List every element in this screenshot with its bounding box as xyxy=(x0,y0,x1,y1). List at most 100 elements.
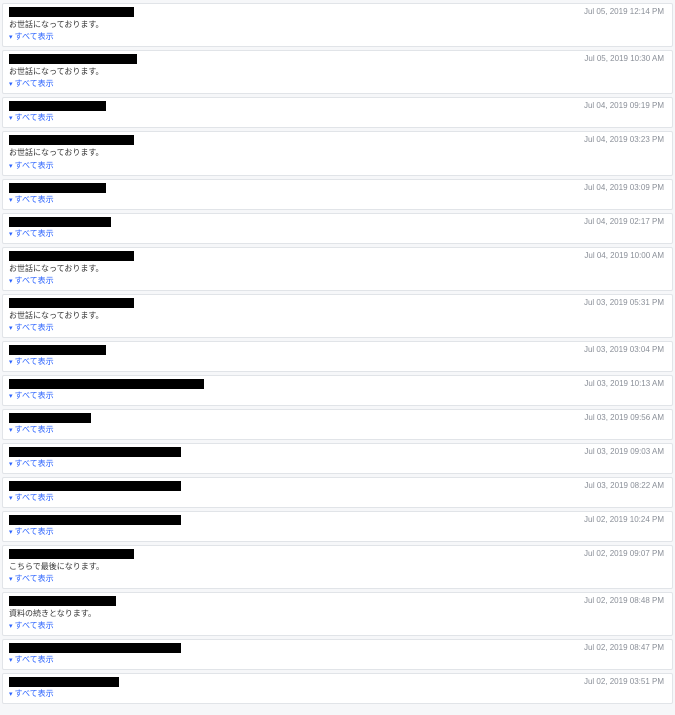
subject-line xyxy=(9,515,666,525)
caret-down-icon: ▾ xyxy=(9,495,13,502)
message-item[interactable]: Jul 05, 2019 10:30 AMお世話になっております。▾すべて表示 xyxy=(2,50,673,94)
timestamp: Jul 02, 2019 03:51 PM xyxy=(584,677,664,686)
message-item[interactable]: Jul 02, 2019 09:07 PM こちらで最後になります。 ▾すべて表示 xyxy=(2,545,673,589)
message-preview: お世話になっております。 xyxy=(9,310,666,321)
message-preview: 資料の続きとなります。 xyxy=(9,608,666,619)
expand-link[interactable]: すべて表示 xyxy=(15,79,54,88)
redacted-subject xyxy=(9,251,134,261)
subject-line xyxy=(9,217,666,227)
message-preview: お世話になっております。 xyxy=(9,263,666,274)
expand-row: ▾すべて表示 xyxy=(9,492,666,503)
caret-down-icon: ▾ xyxy=(9,576,13,583)
message-preview: こちらで最後になります。 xyxy=(9,561,666,572)
expand-link[interactable]: すべて表示 xyxy=(15,527,54,536)
message-item[interactable]: Jul 04, 2019 09:19 PM▾すべて表示 xyxy=(2,97,673,128)
subject-line xyxy=(9,135,666,145)
subject-line xyxy=(9,677,666,687)
message-item[interactable]: Jul 04, 2019 02:17 PM ▾すべて表示 xyxy=(2,213,673,244)
message-item[interactable]: Jul 04, 2019 03:23 PM お世話になっております。 ▾すべて表示 xyxy=(2,131,673,175)
caret-down-icon: ▾ xyxy=(9,461,13,468)
subject-line xyxy=(9,379,666,389)
expand-row: ▾すべて表示 xyxy=(9,78,666,89)
redacted-subject xyxy=(9,379,204,389)
message-item[interactable]: Jul 03, 2019 09:03 AM ▾すべて表示 xyxy=(2,443,673,474)
redacted-subject xyxy=(9,413,91,423)
expand-row: ▾すべて表示 xyxy=(9,275,666,286)
expand-link[interactable]: すべて表示 xyxy=(15,229,54,238)
message-item[interactable]: Jul 04, 2019 03:09 PM ▾すべて表示 xyxy=(2,179,673,210)
expand-link[interactable]: すべて表示 xyxy=(15,161,54,170)
timestamp: Jul 03, 2019 05:31 PM xyxy=(584,298,664,307)
caret-down-icon: ▾ xyxy=(9,34,13,41)
timestamp: Jul 04, 2019 03:09 PM xyxy=(584,183,664,192)
expand-row: ▾すべて表示 xyxy=(9,31,666,42)
expand-row: ▾すべて表示 xyxy=(9,526,666,537)
message-preview: お世話になっております。 xyxy=(9,19,666,30)
expand-link[interactable]: すべて表示 xyxy=(15,32,54,41)
message-item[interactable]: Jul 02, 2019 08:48 PM資料の続きとなります。▾すべて表示 xyxy=(2,592,673,636)
redacted-subject xyxy=(9,101,106,111)
subject-line xyxy=(9,251,666,261)
timestamp: Jul 04, 2019 09:19 PM xyxy=(584,101,664,110)
caret-down-icon: ▾ xyxy=(9,623,13,630)
redacted-subject xyxy=(9,549,134,559)
subject-line xyxy=(9,7,666,17)
message-item[interactable]: Jul 02, 2019 10:24 PM▾すべて表示 xyxy=(2,511,673,542)
expand-link[interactable]: すべて表示 xyxy=(15,195,54,204)
subject-line xyxy=(9,183,666,193)
timestamp: Jul 03, 2019 09:03 AM xyxy=(584,447,664,456)
subject-line xyxy=(9,643,666,653)
message-item[interactable]: Jul 05, 2019 12:14 PMお世話になっております。▾すべて表示 xyxy=(2,3,673,47)
caret-down-icon: ▾ xyxy=(9,359,13,366)
message-item[interactable]: Jul 04, 2019 10:00 AM お世話になっております。▾すべて表示 xyxy=(2,247,673,291)
timestamp: Jul 02, 2019 09:07 PM xyxy=(584,549,664,558)
redacted-subject xyxy=(9,298,134,308)
redacted-subject xyxy=(9,596,116,606)
message-item[interactable]: Jul 03, 2019 10:13 AM▾すべて表示 xyxy=(2,375,673,406)
message-item[interactable]: Jul 03, 2019 05:31 PM お世話になっております。▾すべて表示 xyxy=(2,294,673,338)
expand-link[interactable]: すべて表示 xyxy=(15,574,54,583)
message-preview: お世話になっております。 xyxy=(9,147,666,158)
expand-link[interactable]: すべて表示 xyxy=(15,655,54,664)
expand-link[interactable]: すべて表示 xyxy=(15,425,54,434)
caret-down-icon: ▾ xyxy=(9,163,13,170)
expand-link[interactable]: すべて表示 xyxy=(15,459,54,468)
subject-line xyxy=(9,345,666,355)
timestamp: Jul 02, 2019 08:47 PM xyxy=(584,643,664,652)
expand-link[interactable]: すべて表示 xyxy=(15,113,54,122)
subject-line xyxy=(9,101,666,111)
subject-line xyxy=(9,447,666,457)
expand-row: ▾すべて表示 xyxy=(9,688,666,699)
timestamp: Jul 05, 2019 12:14 PM xyxy=(584,7,664,16)
expand-row: ▾すべて表示 xyxy=(9,160,666,171)
expand-link[interactable]: すべて表示 xyxy=(15,493,54,502)
subject-line xyxy=(9,549,666,559)
expand-link[interactable]: すべて表示 xyxy=(15,689,54,698)
message-item[interactable]: Jul 02, 2019 08:47 PM ▾すべて表示 xyxy=(2,639,673,670)
expand-row: ▾すべて表示 xyxy=(9,322,666,333)
expand-link[interactable]: すべて表示 xyxy=(15,357,54,366)
expand-link[interactable]: すべて表示 xyxy=(15,391,54,400)
timestamp: Jul 04, 2019 10:00 AM xyxy=(584,251,664,260)
expand-link[interactable]: すべて表示 xyxy=(15,323,54,332)
caret-down-icon: ▾ xyxy=(9,393,13,400)
redacted-subject xyxy=(9,183,106,193)
message-item[interactable]: Jul 03, 2019 08:22 AM▾すべて表示 xyxy=(2,477,673,508)
redacted-subject xyxy=(9,515,181,525)
caret-down-icon: ▾ xyxy=(9,529,13,536)
timestamp: Jul 04, 2019 03:23 PM xyxy=(584,135,664,144)
expand-row: ▾すべて表示 xyxy=(9,228,666,239)
subject-line xyxy=(9,54,666,64)
message-item[interactable]: Jul 03, 2019 09:56 AM▾すべて表示 xyxy=(2,409,673,440)
subject-line xyxy=(9,413,666,423)
expand-row: ▾すべて表示 xyxy=(9,390,666,401)
timestamp: Jul 04, 2019 02:17 PM xyxy=(584,217,664,226)
redacted-subject xyxy=(9,7,134,17)
message-item[interactable]: Jul 03, 2019 03:04 PM▾すべて表示 xyxy=(2,341,673,372)
expand-link[interactable]: すべて表示 xyxy=(15,621,54,630)
expand-row: ▾すべて表示 xyxy=(9,654,666,665)
subject-line xyxy=(9,481,666,491)
caret-down-icon: ▾ xyxy=(9,197,13,204)
expand-link[interactable]: すべて表示 xyxy=(15,276,54,285)
expand-row: ▾すべて表示 xyxy=(9,424,666,435)
